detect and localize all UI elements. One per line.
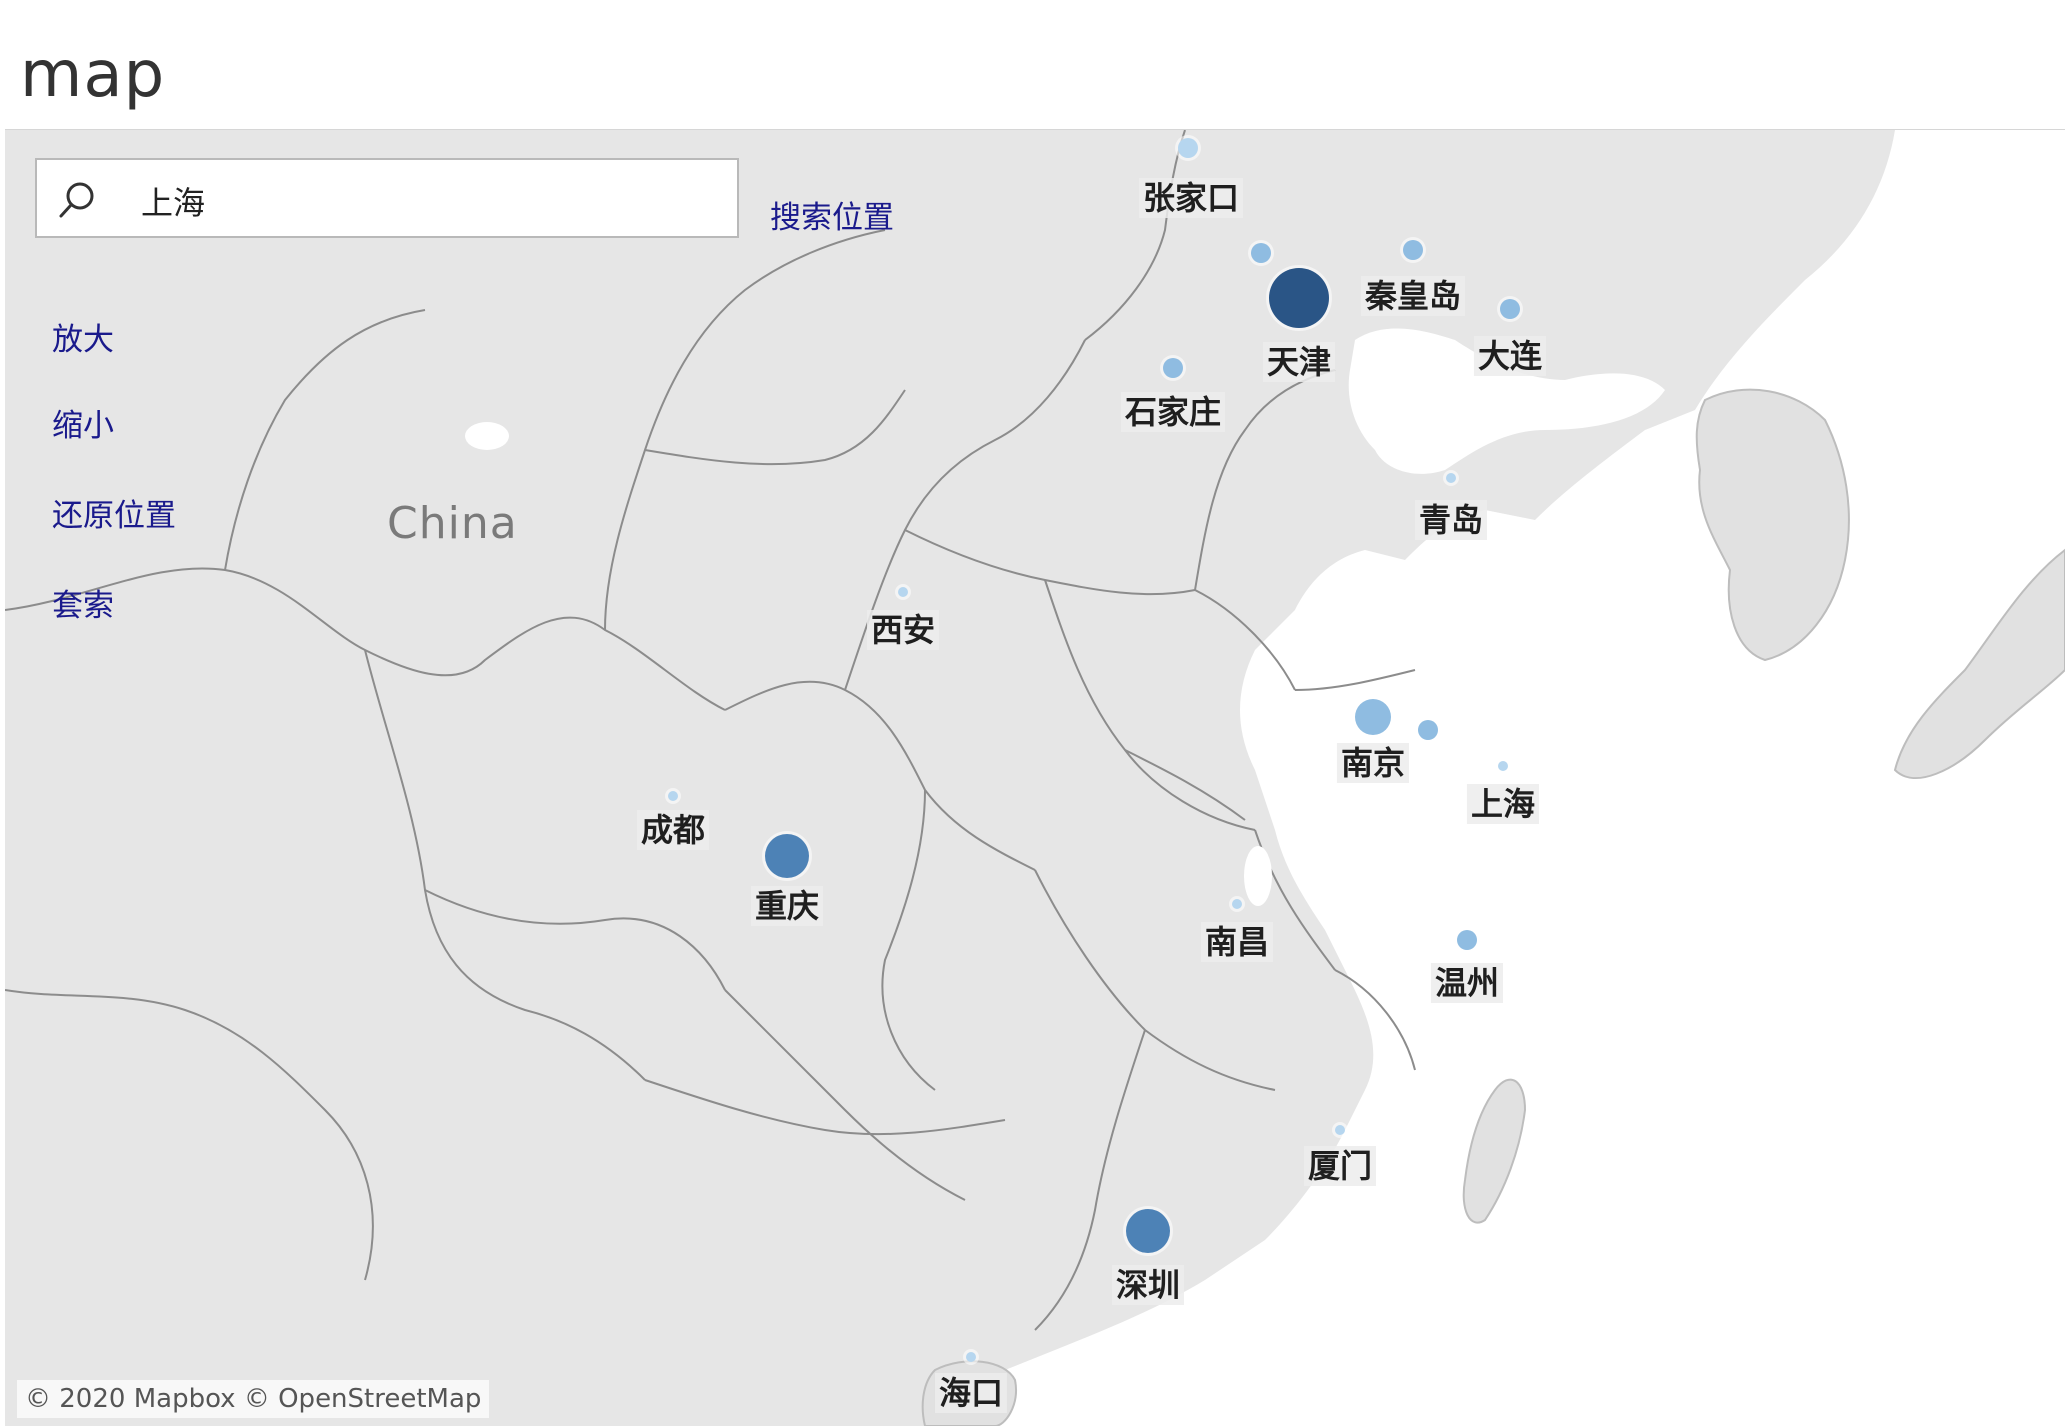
- sea-area: [925, 130, 2065, 1426]
- reset-location-button[interactable]: 还原位置: [52, 490, 176, 535]
- search-location-button[interactable]: 搜索位置: [770, 192, 894, 237]
- city-label: 青岛: [1414, 500, 1488, 540]
- city-label: 南昌: [1200, 922, 1274, 962]
- city-label: 深圳: [1111, 1265, 1185, 1305]
- city-marker[interactable]: [1335, 1125, 1345, 1135]
- city-label: 海口: [934, 1373, 1008, 1413]
- city-label: 上海: [1466, 784, 1540, 824]
- map-view[interactable]: 上海 搜索位置 放大 缩小 还原位置 套索 China 张家口天津 秦皇岛 大连石家…: [5, 129, 2065, 1426]
- map-attribution[interactable]: © 2020 Mapbox © OpenStreetMap: [17, 1380, 490, 1418]
- zoom-out-button[interactable]: 缩小: [52, 400, 114, 445]
- lake: [1244, 846, 1272, 906]
- city-label: 天津: [1262, 342, 1336, 382]
- city-marker[interactable]: [1126, 1209, 1170, 1253]
- city-marker[interactable]: [765, 834, 809, 878]
- city-marker[interactable]: [1269, 268, 1329, 328]
- map-basemap[interactable]: [5, 130, 2065, 1426]
- zoom-in-button[interactable]: 放大: [52, 314, 114, 359]
- city-marker[interactable]: [1446, 473, 1456, 483]
- lasso-button[interactable]: 套索: [52, 580, 114, 625]
- city-label: 南京: [1336, 743, 1410, 783]
- city-label: 大连: [1473, 336, 1547, 376]
- page-title: map: [20, 38, 166, 112]
- lake: [465, 422, 509, 450]
- city-marker[interactable]: [1251, 243, 1271, 263]
- city-marker[interactable]: [1403, 240, 1423, 260]
- search-input[interactable]: 上海: [141, 178, 205, 224]
- city-label: 温州: [1430, 963, 1504, 1003]
- city-marker[interactable]: [1457, 930, 1477, 950]
- country-label: China: [387, 498, 518, 549]
- lake: [1436, 634, 1460, 650]
- city-marker[interactable]: [966, 1352, 976, 1362]
- search-icon: [59, 182, 94, 218]
- city-label: 西安: [866, 610, 940, 650]
- city-label: 张家口: [1138, 178, 1244, 218]
- search-box[interactable]: 上海: [35, 158, 739, 238]
- province-borders: [5, 130, 1416, 1331]
- city-marker[interactable]: [1163, 358, 1183, 378]
- city-marker[interactable]: [1498, 761, 1508, 771]
- city-marker[interactable]: [1232, 899, 1242, 909]
- city-label: 石家庄: [1120, 392, 1226, 432]
- city-marker[interactable]: [668, 791, 678, 801]
- city-label: 厦门: [1303, 1146, 1377, 1186]
- city-marker[interactable]: [1418, 720, 1438, 740]
- city-label: 秦皇岛: [1360, 276, 1466, 316]
- city-label: 重庆: [750, 886, 824, 926]
- city-marker[interactable]: [1500, 299, 1520, 319]
- city-label: 成都: [636, 810, 710, 850]
- city-marker[interactable]: [1355, 699, 1391, 735]
- city-marker[interactable]: [1178, 138, 1198, 158]
- city-marker[interactable]: [898, 587, 908, 597]
